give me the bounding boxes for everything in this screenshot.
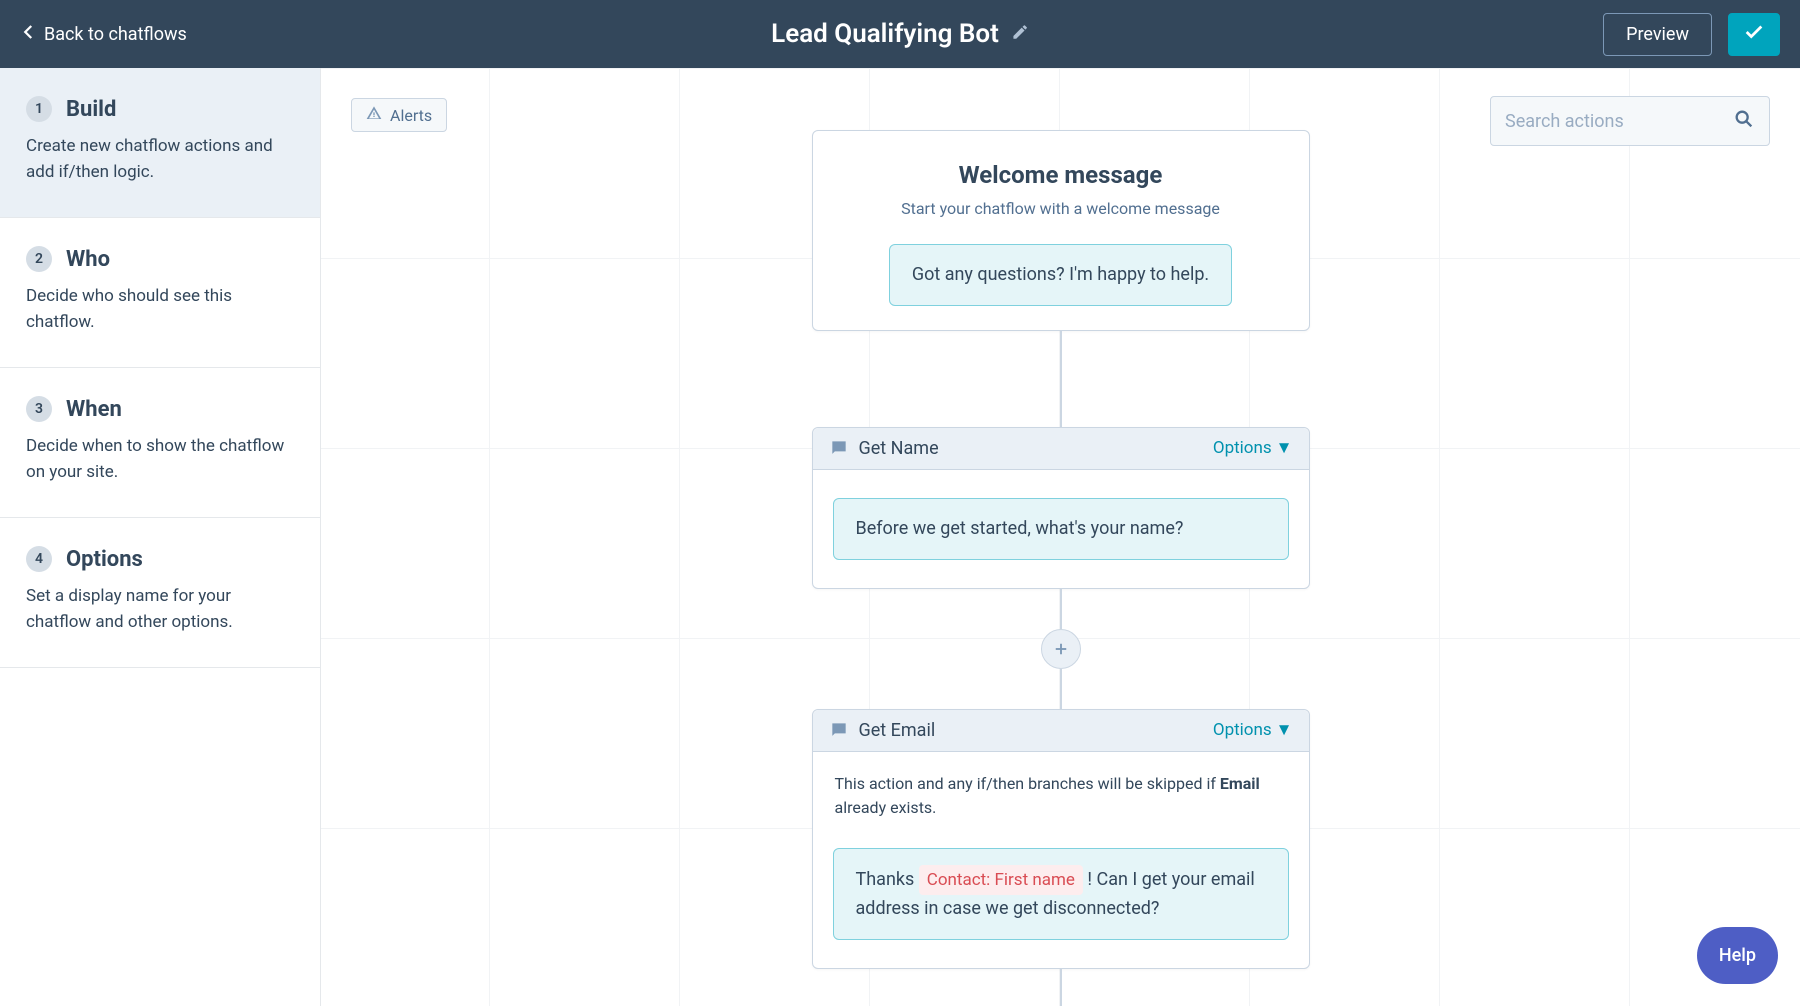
add-action-button[interactable] bbox=[1041, 629, 1081, 669]
skip-prefix: This action and any if/then branches wil… bbox=[835, 774, 1220, 793]
warning-icon bbox=[366, 105, 382, 125]
get-email-bubble: Thanks Contact: First name ! Can I get y… bbox=[833, 848, 1289, 940]
step-title: When bbox=[66, 397, 122, 422]
welcome-subtitle: Start your chatflow with a welcome messa… bbox=[847, 199, 1275, 218]
step-title: Build bbox=[66, 97, 116, 122]
card-header: Get Email Options ▼ bbox=[813, 710, 1309, 752]
get-name-bubble: Before we get started, what's your name? bbox=[833, 498, 1289, 560]
app-header: Back to chatflows Lead Qualifying Bot Pr… bbox=[0, 0, 1800, 68]
sidebar-step-options[interactable]: 4 Options Set a display name for your ch… bbox=[0, 518, 320, 668]
chat-icon bbox=[829, 438, 849, 458]
save-button[interactable] bbox=[1728, 13, 1780, 56]
page-title: Lead Qualifying Bot bbox=[771, 19, 999, 49]
search-input[interactable] bbox=[1505, 111, 1733, 132]
step-number: 1 bbox=[26, 96, 52, 122]
welcome-bubble: Got any questions? I'm happy to help. bbox=[889, 244, 1232, 306]
connector bbox=[1060, 379, 1062, 427]
header-actions: Preview bbox=[1603, 13, 1780, 56]
options-label: Options bbox=[1213, 438, 1272, 458]
back-label: Back to chatflows bbox=[44, 24, 187, 45]
step-desc: Decide when to show the chatflow on your… bbox=[26, 434, 294, 485]
check-icon bbox=[1743, 21, 1765, 47]
card-body: Thanks Contact: First name ! Can I get y… bbox=[813, 820, 1309, 968]
card-title: Get Email bbox=[859, 720, 936, 741]
step-title: Options bbox=[66, 547, 143, 572]
sidebar: 1 Build Create new chatflow actions and … bbox=[0, 68, 321, 1006]
step-desc: Set a display name for your chatflow and… bbox=[26, 584, 294, 635]
options-label: Options bbox=[1213, 720, 1272, 740]
bubble-prefix: Thanks bbox=[856, 869, 919, 890]
search-icon bbox=[1733, 108, 1755, 134]
get-name-card[interactable]: Get Name Options ▼ Before we get started… bbox=[812, 427, 1310, 589]
connector bbox=[1060, 589, 1062, 629]
preview-button[interactable]: Preview bbox=[1603, 13, 1712, 56]
help-button[interactable]: Help bbox=[1697, 927, 1778, 984]
sidebar-step-build[interactable]: 1 Build Create new chatflow actions and … bbox=[0, 68, 320, 218]
step-desc: Decide who should see this chatflow. bbox=[26, 284, 294, 335]
options-dropdown[interactable]: Options ▼ bbox=[1213, 720, 1293, 740]
step-desc: Create new chatflow actions and add if/t… bbox=[26, 134, 294, 185]
title-area: Lead Qualifying Bot bbox=[771, 19, 1029, 49]
card-title: Get Name bbox=[859, 438, 939, 459]
step-number: 3 bbox=[26, 396, 52, 422]
back-to-chatflows-link[interactable]: Back to chatflows bbox=[20, 23, 187, 46]
skip-bold: Email bbox=[1220, 774, 1260, 793]
step-number: 4 bbox=[26, 546, 52, 572]
options-dropdown[interactable]: Options ▼ bbox=[1213, 438, 1293, 458]
chat-icon bbox=[829, 720, 849, 740]
card-header: Get Name Options ▼ bbox=[813, 428, 1309, 470]
caret-down-icon: ▼ bbox=[1276, 720, 1293, 740]
skip-suffix: already exists. bbox=[835, 798, 937, 817]
caret-down-icon: ▼ bbox=[1276, 438, 1293, 458]
step-title: Who bbox=[66, 247, 110, 272]
search-actions[interactable] bbox=[1490, 96, 1770, 146]
connector bbox=[1060, 669, 1062, 709]
connector bbox=[1060, 969, 1062, 1006]
card-body: Before we get started, what's your name? bbox=[813, 470, 1309, 588]
connector bbox=[1060, 331, 1062, 379]
welcome-title: Welcome message bbox=[847, 161, 1275, 189]
flow-column: Welcome message Start your chatflow with… bbox=[812, 130, 1310, 1006]
contact-token: Contact: First name bbox=[919, 865, 1083, 895]
welcome-card[interactable]: Welcome message Start your chatflow with… bbox=[812, 130, 1310, 331]
chevron-left-icon bbox=[20, 23, 38, 46]
pencil-icon[interactable] bbox=[1011, 23, 1029, 45]
step-number: 2 bbox=[26, 246, 52, 272]
alerts-label: Alerts bbox=[390, 106, 432, 125]
alerts-button[interactable]: Alerts bbox=[351, 98, 447, 132]
main-area: 1 Build Create new chatflow actions and … bbox=[0, 68, 1800, 1006]
sidebar-step-when[interactable]: 3 When Decide when to show the chatflow … bbox=[0, 368, 320, 518]
sidebar-step-who[interactable]: 2 Who Decide who should see this chatflo… bbox=[0, 218, 320, 368]
skip-note: This action and any if/then branches wil… bbox=[813, 752, 1309, 820]
get-email-card[interactable]: Get Email Options ▼ This action and any … bbox=[812, 709, 1310, 969]
canvas[interactable]: Alerts Welcome message Start your chatfl… bbox=[321, 68, 1800, 1006]
